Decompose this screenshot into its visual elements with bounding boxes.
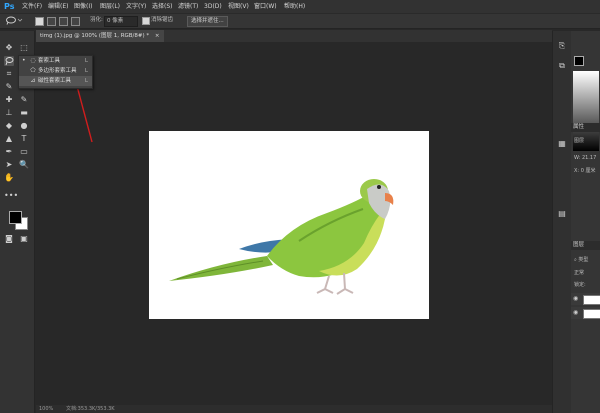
menu-layer[interactable]: 图层(L)	[100, 0, 120, 13]
feather-label: 羽化:	[90, 17, 103, 23]
close-tab-icon[interactable]: ×	[155, 33, 160, 39]
screen-mode-icon[interactable]: ▣	[19, 234, 29, 244]
filter-kind-label: 类型	[578, 257, 589, 263]
width-value: 21.17	[581, 155, 597, 161]
flyout-item-shortcut: L	[84, 78, 88, 84]
history-brush-icon[interactable]: ✎	[19, 95, 29, 105]
search-icon: ⌕	[574, 257, 577, 263]
properties-layer-label: 图层	[574, 138, 585, 144]
flyout-item-shortcut: L	[84, 68, 88, 74]
properties-panel-icon[interactable]: ▦	[557, 139, 567, 149]
intersect-selection-button[interactable]	[71, 17, 80, 26]
width-field[interactable]: W: 21.17	[574, 155, 596, 161]
subtract-selection-button[interactable]	[59, 17, 68, 26]
menu-window[interactable]: 窗口(W)	[254, 0, 277, 13]
flyout-item-label: 磁性套索工具	[38, 78, 72, 84]
magnetic-lasso-icon: ⊿	[30, 77, 36, 84]
lasso-tool-flyout: • ◌ 套索工具 L ⬠ 多边形套索工具 L ⊿ 磁性套索工具 L	[18, 55, 93, 89]
blend-mode-select[interactable]: 正常	[574, 269, 584, 276]
menu-type[interactable]: 文字(Y)	[126, 0, 146, 13]
blur-tool-icon[interactable]: ●	[19, 121, 29, 131]
eyedropper-tool-icon[interactable]: ✎	[4, 82, 14, 92]
type-tool-icon[interactable]: T	[19, 134, 29, 144]
quick-mask-icon[interactable]: ◙	[4, 234, 14, 244]
document-tab-title: timg (1).jpg @ 100% (图层 1, RGB/8#) *	[40, 33, 150, 39]
menu-image[interactable]: 图像(I)	[74, 0, 92, 13]
panel-icon-strip: ⎘ ⧉ ▦ ▤	[552, 31, 571, 413]
libraries-panel-icon[interactable]: ▤	[557, 209, 567, 219]
x-value: 0 厘米	[580, 168, 596, 174]
right-panel: 属性 图层 W: 21.17 X: 0 厘米 图层 ⌕ 类型 正常 锁定: ◉ …	[571, 31, 600, 413]
hand-tool-icon[interactable]: ✋	[4, 173, 14, 183]
more-tools-icon[interactable]: •••	[4, 191, 18, 201]
document-tab-bar: timg (1).jpg @ 100% (图层 1, RGB/8#) * ×	[36, 30, 552, 42]
lock-label: 锁定:	[574, 282, 586, 288]
flyout-item-label: 套索工具	[38, 58, 61, 64]
flyout-item-polygonal-lasso[interactable]: ⬠ 多边形套索工具 L	[19, 66, 92, 76]
width-label: W:	[574, 155, 581, 161]
adjustments-panel-icon[interactable]: ⧉	[557, 61, 567, 71]
menu-edit[interactable]: 编辑(E)	[48, 0, 68, 13]
layer-row[interactable]: ◉	[571, 293, 600, 305]
active-tool-indicator-icon: •	[22, 57, 26, 64]
gradient-tool-icon[interactable]: ▬	[19, 108, 29, 118]
canvas-area	[36, 42, 552, 405]
rectangle-tool-icon[interactable]: ▭	[19, 147, 29, 157]
x-label: X:	[574, 168, 580, 174]
menu-bar: Ps 文件(F) 编辑(E) 图像(I) 图层(L) 文字(Y) 选择(S) 滤…	[0, 0, 600, 13]
menu-select[interactable]: 选择(S)	[152, 0, 173, 13]
zoom-level[interactable]: 100%	[39, 405, 53, 413]
healing-brush-icon[interactable]: ✚	[4, 95, 14, 105]
path-selection-icon[interactable]: ➤	[4, 160, 14, 170]
new-selection-button[interactable]	[35, 17, 44, 26]
layer-thumbnail	[583, 295, 600, 305]
clone-stamp-icon[interactable]: ⊥	[4, 108, 14, 118]
document-info: 文档:353.3K/353.3K	[66, 406, 115, 412]
layer-filter-select[interactable]: ⌕ 类型	[574, 256, 588, 263]
polygonal-lasso-icon: ⬠	[30, 67, 36, 74]
layer-row[interactable]: ◉	[571, 307, 600, 319]
pen-tool-icon[interactable]: ✒	[4, 147, 14, 157]
eraser-tool-icon[interactable]: ◆	[4, 121, 14, 131]
history-panel-icon[interactable]: ⎘	[557, 41, 567, 51]
move-tool-icon[interactable]: ✥	[4, 43, 14, 53]
visibility-eye-icon[interactable]: ◉	[573, 309, 578, 316]
flyout-item-shortcut: L	[84, 58, 88, 64]
x-field[interactable]: X: 0 厘米	[574, 167, 596, 174]
tool-preset-lasso-icon[interactable]	[5, 16, 23, 25]
properties-tab[interactable]: 属性	[571, 123, 600, 132]
lasso-tool-icon[interactable]	[4, 56, 14, 66]
antialias-label: 消除锯齿	[151, 17, 174, 23]
menu-3d[interactable]: 3D(D)	[204, 0, 222, 13]
antialias-checkbox[interactable]	[142, 17, 150, 25]
color-panel-swatch[interactable]	[574, 56, 584, 66]
flyout-item-magnetic-lasso[interactable]: ⊿ 磁性套索工具 L	[19, 76, 92, 86]
paint-bucket-icon[interactable]: ▲	[4, 134, 14, 144]
foreground-color-swatch[interactable]	[9, 211, 22, 224]
layer-thumbnail	[583, 309, 600, 319]
document-tab[interactable]: timg (1).jpg @ 100% (图层 1, RGB/8#) * ×	[36, 30, 164, 42]
zoom-tool-icon[interactable]: 🔍	[19, 160, 29, 170]
menu-filter[interactable]: 滤镜(T)	[178, 0, 198, 13]
layers-tab[interactable]: 图层	[571, 241, 600, 250]
flyout-item-lasso[interactable]: • ◌ 套索工具 L	[19, 56, 92, 66]
menu-help[interactable]: 帮助(H)	[284, 0, 305, 13]
options-bar: 羽化: 0 像素 消除锯齿 选择并遮住...	[0, 13, 600, 29]
flyout-item-label: 多边形套索工具	[38, 68, 77, 74]
lasso-icon: ◌	[30, 57, 36, 64]
crop-tool-icon[interactable]: ⌗	[4, 69, 14, 79]
marquee-tool-icon[interactable]: ⬚	[19, 43, 29, 53]
feather-input[interactable]: 0 像素	[104, 16, 138, 27]
add-selection-button[interactable]	[47, 17, 56, 26]
visibility-eye-icon[interactable]: ◉	[573, 295, 578, 302]
photoshop-logo: Ps	[4, 2, 15, 11]
menu-file[interactable]: 文件(F)	[22, 0, 42, 13]
status-bar: 100% 文档:353.3K/353.3K	[36, 405, 552, 413]
select-and-mask-button[interactable]: 选择并遮住...	[187, 16, 228, 27]
document-canvas[interactable]	[149, 131, 429, 319]
menu-view[interactable]: 视图(V)	[228, 0, 249, 13]
parrot-photo	[169, 179, 394, 295]
